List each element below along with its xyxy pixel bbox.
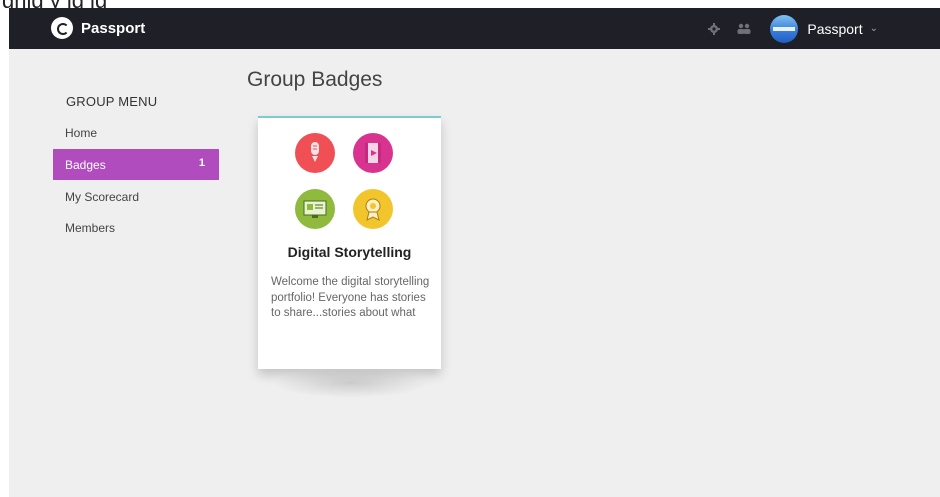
group-icon[interactable] (736, 21, 752, 37)
brand-name: Passport (81, 19, 146, 37)
sidebar-item-home[interactable]: Home (53, 117, 219, 148)
user-name[interactable]: Passport (807, 21, 862, 37)
badge-icon-group (293, 133, 407, 233)
brand[interactable]: Passport (51, 17, 145, 39)
badges-count-badge: 1 (198, 157, 205, 169)
sidebar-item-scorecard[interactable]: My Scorecard (53, 181, 219, 212)
sidebar-item-label: Members (65, 220, 116, 235)
avatar[interactable] (770, 14, 799, 43)
film-icon (353, 133, 393, 173)
overlay-caption: ghig y ig ig (2, 0, 107, 8)
microphone-icon (295, 133, 335, 173)
top-navbar: Passport Passport ⌄ (9, 8, 940, 49)
navbar-right: Passport ⌄ (706, 8, 940, 49)
sidebar-item-members[interactable]: Members (53, 212, 219, 243)
app-window: Passport Passport ⌄ GROUP MENU Home Badg… (9, 8, 940, 497)
badge-description: Welcome the digital storytelling portfol… (271, 276, 430, 319)
badge-card[interactable]: Digital Storytelling Welcome the digital… (258, 116, 441, 369)
group-menu-title: GROUP MENU (66, 94, 158, 109)
settings-icon[interactable] (706, 21, 722, 37)
badge-title[interactable]: Digital Storytelling (258, 244, 441, 260)
card-shadow (271, 368, 431, 398)
sidebar-item-label: My Scorecard (65, 189, 140, 204)
passport-logo-icon (51, 17, 73, 39)
award-icon (353, 189, 393, 229)
chevron-down-icon[interactable]: ⌄ (870, 23, 878, 34)
computer-icon (295, 189, 335, 229)
sidebar-item-label: Badges (65, 157, 106, 172)
sidebar-item-label: Home (65, 125, 98, 140)
overlay-caption-strip: ghig y ig ig (0, 0, 940, 8)
page-title: Group Badges (247, 68, 383, 91)
sidebar-item-badges[interactable]: Badges 1 (53, 149, 219, 180)
